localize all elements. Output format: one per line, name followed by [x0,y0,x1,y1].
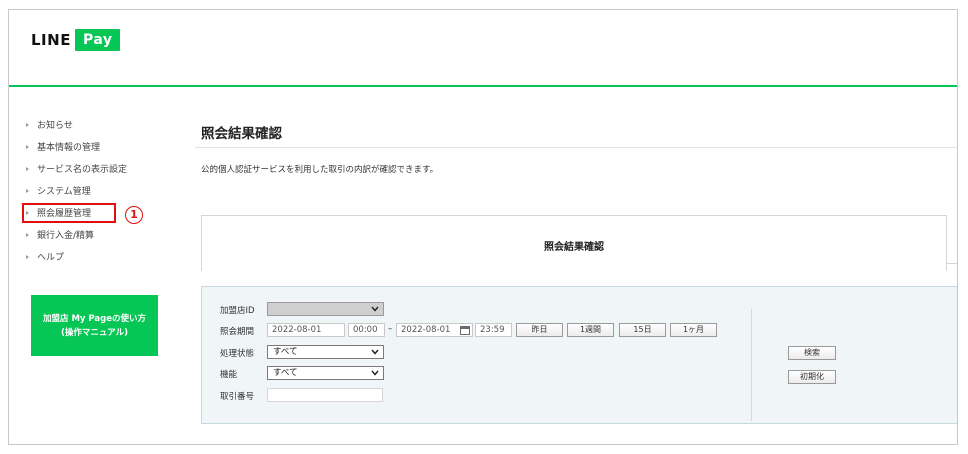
manual-button[interactable]: 加盟店 My Pageの使い方 (操作マニュアル) [31,295,158,356]
sidebar-item-notices[interactable]: お知らせ [21,115,171,137]
calendar-icon[interactable] [460,326,470,335]
chevron-down-icon [371,370,379,376]
one-month-button[interactable]: 1ヶ月 [670,323,717,337]
tab-divider [946,263,957,264]
sidebar: お知らせ 基本情報の管理 サービス名の表示設定 システム管理 照会履歴管理 銀行… [21,115,171,269]
sidebar-item-bank-settlement[interactable]: 銀行入金/精算 [21,225,171,247]
sidebar-item-label: ヘルプ [37,253,65,263]
app-frame: LINE Pay お知らせ 基本情報の管理 サービス名の表示設定 システム管理 … [8,9,958,445]
tab-panel: 照会結果確認 [201,215,947,271]
logo-pay-badge: Pay [74,29,121,51]
page-title: 照会結果確認 [201,126,282,142]
manual-button-line1: 加盟店 My Pageの使い方 [42,313,146,324]
triangle-right-icon [26,233,29,237]
transaction-number-input[interactable] [267,388,383,402]
panel-divider [751,309,752,421]
chevron-down-icon [371,349,379,355]
sidebar-item-help[interactable]: ヘルプ [21,247,171,269]
line-pay-logo[interactable]: LINE Pay [31,27,121,53]
sidebar-item-label: 基本情報の管理 [37,143,101,153]
highlight-annotation-box [22,203,116,223]
start-date-field[interactable]: 2022-08-01 [267,323,345,337]
reset-button[interactable]: 初期化 [788,370,836,384]
search-panel: 加盟店ID 照会期間 2022-08-01 00:00 – 2022-08-01… [201,286,957,424]
manual-button-line2: (操作マニュアル) [60,327,128,338]
yesterday-button[interactable]: 昨日 [516,323,563,337]
triangle-right-icon [26,145,29,149]
tab-inquiry-results[interactable]: 照会結果確認 [202,238,946,253]
sidebar-item-label: システム管理 [37,187,91,197]
triangle-right-icon [26,189,29,193]
page-description: 公的個人認証サービスを利用した取引の内訳が確認できます。 [201,165,439,175]
status-select-value: すべて [273,347,298,357]
function-select-value: すべて [273,368,298,378]
start-time-field[interactable]: 00:00 [348,323,385,337]
sidebar-item-system[interactable]: システム管理 [21,181,171,203]
sidebar-item-basic-info[interactable]: 基本情報の管理 [21,137,171,159]
fifteen-days-button[interactable]: 15日 [619,323,666,337]
status-select[interactable]: すべて [267,345,384,359]
sidebar-item-label: お知らせ [37,121,73,131]
transaction-number-label: 取引番号 [220,392,255,402]
merchant-id-select[interactable] [267,302,384,316]
end-time-field[interactable]: 23:59 [475,323,512,337]
sidebar-item-label: 銀行入金/精算 [37,231,95,241]
sidebar-item-label: サービス名の表示設定 [37,165,128,175]
range-separator: – [388,324,393,334]
status-label: 処理状態 [220,349,255,359]
logo-line-text: LINE [31,31,71,49]
triangle-right-icon [26,255,29,259]
function-select[interactable]: すべて [267,366,384,380]
header: LINE Pay [9,10,957,87]
merchant-id-label: 加盟店ID [220,306,255,316]
triangle-right-icon [26,123,29,127]
sidebar-item-service-name[interactable]: サービス名の表示設定 [21,159,171,181]
function-label: 機能 [220,370,238,380]
title-divider [195,147,957,148]
step-number: 1 [125,206,143,224]
triangle-right-icon [26,167,29,171]
chevron-down-icon [371,306,379,312]
search-button[interactable]: 検索 [788,346,836,360]
one-week-button[interactable]: 1週間 [567,323,614,337]
step-marker-annotation: 1 [124,203,144,224]
period-label: 照会期間 [220,327,255,337]
